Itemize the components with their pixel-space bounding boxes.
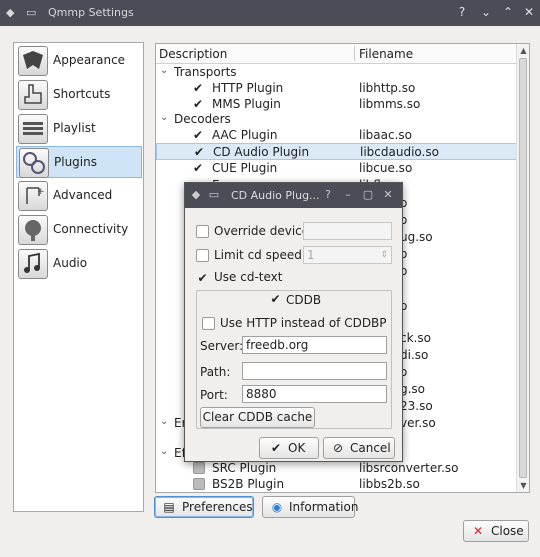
dialog-minimize-button[interactable]: – bbox=[341, 188, 355, 202]
limit-speed-label: Limit cd speed: bbox=[214, 248, 306, 262]
category-shortcuts[interactable]: Shortcuts bbox=[16, 79, 142, 111]
use-cd-text-label: Use cd-text bbox=[214, 270, 283, 284]
scroll-thumb[interactable] bbox=[519, 58, 527, 478]
use-cd-text-checkbox[interactable]: ✔ bbox=[196, 272, 209, 285]
tree-row[interactable]: ✔ HTTP Plugin libhttp.so bbox=[156, 80, 518, 97]
spin-arrows-icon[interactable]: ⇕ bbox=[380, 247, 388, 263]
use-http-checkbox[interactable] bbox=[202, 317, 215, 330]
category-playlist[interactable]: Playlist bbox=[16, 113, 142, 145]
scroll-up-icon[interactable]: ▲ bbox=[518, 45, 529, 56]
tree-group-row[interactable]: ⌄ Transports bbox=[156, 64, 518, 81]
close-button[interactable]: ✕ Close bbox=[463, 520, 529, 542]
header-separator[interactable] bbox=[354, 46, 355, 61]
help-button[interactable]: ? bbox=[454, 4, 470, 20]
use-http-label: Use HTTP instead of CDDBP bbox=[220, 316, 387, 330]
dialog-maximize-button[interactable]: ▢ bbox=[361, 188, 375, 202]
category-audio[interactable]: Audio bbox=[16, 248, 142, 280]
header-description[interactable]: Description bbox=[159, 47, 227, 61]
plugin-checkbox[interactable]: ✔ bbox=[193, 98, 205, 110]
path-input[interactable] bbox=[242, 362, 387, 380]
port-label: Port: bbox=[200, 388, 228, 402]
collapse-arrow-icon[interactable]: ⌄ bbox=[160, 65, 168, 76]
settings-window: ◆ ▭ Qmmp Settings ? ⌄ ⌃ ✕ Appearance Sho… bbox=[0, 0, 540, 557]
override-device-label: Override device: bbox=[214, 224, 314, 238]
title-bar: ◆ ▭ Qmmp Settings ? ⌄ ⌃ ✕ bbox=[0, 0, 540, 26]
cddb-checkbox[interactable]: ✔ bbox=[269, 293, 282, 306]
tree-row-selected[interactable]: ✔ CD Audio Plugin libcdaudio.so bbox=[156, 143, 518, 160]
plugin-checkbox[interactable]: ✔ bbox=[193, 129, 205, 141]
playlist-icon bbox=[18, 114, 48, 144]
category-label: Plugins bbox=[54, 155, 97, 169]
collapse-arrow-icon[interactable]: ⌄ bbox=[160, 446, 168, 457]
audio-icon bbox=[18, 249, 48, 279]
limit-speed-spinbox[interactable]: 1 ⇕ bbox=[303, 246, 392, 264]
cddb-label: CDDB bbox=[286, 293, 322, 307]
preferences-icon: ▤ bbox=[163, 500, 175, 514]
plugin-checkbox[interactable]: ✔ bbox=[194, 146, 206, 158]
category-label: Connectivity bbox=[53, 222, 129, 236]
appearance-icon bbox=[18, 46, 48, 76]
port-input[interactable]: 8880 bbox=[242, 385, 387, 403]
cancel-icon: ⊘ bbox=[332, 441, 344, 455]
override-device-input[interactable] bbox=[303, 222, 392, 240]
maximize-button[interactable]: ⌃ bbox=[500, 4, 516, 20]
cancel-button[interactable]: ⊘ Cancel bbox=[323, 437, 395, 459]
tree-group-row[interactable]: ⌄ Decoders bbox=[156, 111, 518, 128]
tree-row[interactable]: SRC Plugin libsrconverter.so bbox=[156, 460, 518, 477]
tree-row[interactable]: BS2B Plugin libbs2b.so bbox=[156, 476, 518, 493]
collapse-arrow-icon[interactable]: ⌄ bbox=[160, 416, 168, 427]
category-label: Audio bbox=[53, 256, 88, 270]
window-menu-icon[interactable]: ▭ bbox=[26, 6, 36, 19]
information-button[interactable]: ◉ Information bbox=[262, 496, 358, 518]
information-icon: ◉ bbox=[271, 500, 283, 514]
server-label: Server: bbox=[200, 339, 244, 353]
header-filename[interactable]: Filename bbox=[359, 47, 413, 61]
path-label: Path: bbox=[200, 365, 231, 379]
dialog-title-bar: ◆ ▭ CD Audio Plug... ? – ▢ ✕ bbox=[185, 183, 402, 208]
category-label: Playlist bbox=[53, 121, 96, 135]
dialog-close-button[interactable]: ✕ bbox=[381, 188, 395, 202]
cd-audio-dialog: ◆ ▭ CD Audio Plug... ? – ▢ ✕ Override de… bbox=[184, 182, 403, 462]
category-advanced[interactable]: + Advanced bbox=[16, 180, 142, 212]
dialog-title: CD Audio Plug... bbox=[231, 189, 320, 202]
plugins-icon bbox=[19, 148, 49, 178]
category-appearance[interactable]: Appearance bbox=[16, 45, 142, 77]
app-icon: ◆ bbox=[6, 6, 15, 19]
tree-row[interactable]: ✔ AAC Plugin libaac.so bbox=[156, 127, 518, 144]
server-input[interactable]: freedb.org bbox=[242, 336, 387, 354]
close-icon: ✕ bbox=[472, 524, 484, 538]
override-device-checkbox[interactable] bbox=[196, 225, 209, 238]
dialog-app-icon: ◆ bbox=[191, 188, 201, 201]
shortcuts-icon bbox=[18, 80, 48, 110]
plugin-checkbox[interactable] bbox=[193, 462, 205, 474]
tree-row[interactable]: ✔ CUE Plugin libcue.so bbox=[156, 160, 518, 177]
limit-speed-value: 1 bbox=[307, 248, 315, 262]
tree-scrollbar[interactable]: ▲ ▼ bbox=[516, 44, 529, 492]
svg-text:+: + bbox=[37, 187, 45, 197]
collapse-arrow-icon[interactable]: ⌄ bbox=[160, 112, 168, 123]
category-plugins[interactable]: Plugins bbox=[16, 146, 142, 178]
close-window-button[interactable]: ✕ bbox=[521, 4, 537, 20]
minimize-button[interactable]: ⌄ bbox=[478, 4, 494, 20]
dialog-menu-icon[interactable]: ▭ bbox=[207, 188, 221, 202]
plugin-checkbox[interactable]: ✔ bbox=[193, 82, 205, 94]
category-label: Shortcuts bbox=[53, 87, 111, 101]
category-label: Advanced bbox=[53, 188, 113, 202]
tree-header: Description Filename bbox=[156, 44, 518, 64]
dialog-help-button[interactable]: ? bbox=[321, 188, 335, 202]
limit-speed-checkbox[interactable] bbox=[196, 249, 209, 262]
connectivity-icon bbox=[18, 215, 48, 245]
plugin-checkbox[interactable]: ✔ bbox=[193, 162, 205, 174]
preferences-button[interactable]: ▤ Preferences bbox=[154, 496, 254, 518]
advanced-icon: + bbox=[18, 181, 48, 211]
scroll-down-icon[interactable]: ▼ bbox=[518, 480, 529, 491]
category-label: Appearance bbox=[53, 53, 126, 67]
clear-cddb-cache-button[interactable]: Clear CDDB cache bbox=[200, 407, 315, 428]
ok-button[interactable]: ✔ OK bbox=[259, 437, 319, 459]
category-list: Appearance Shortcuts Playlist Plugins + … bbox=[13, 42, 144, 512]
plugin-checkbox[interactable] bbox=[193, 478, 205, 490]
window-title: Qmmp Settings bbox=[48, 6, 134, 19]
checkmark-icon: ✔ bbox=[270, 441, 282, 455]
category-connectivity[interactable]: Connectivity bbox=[16, 214, 142, 246]
